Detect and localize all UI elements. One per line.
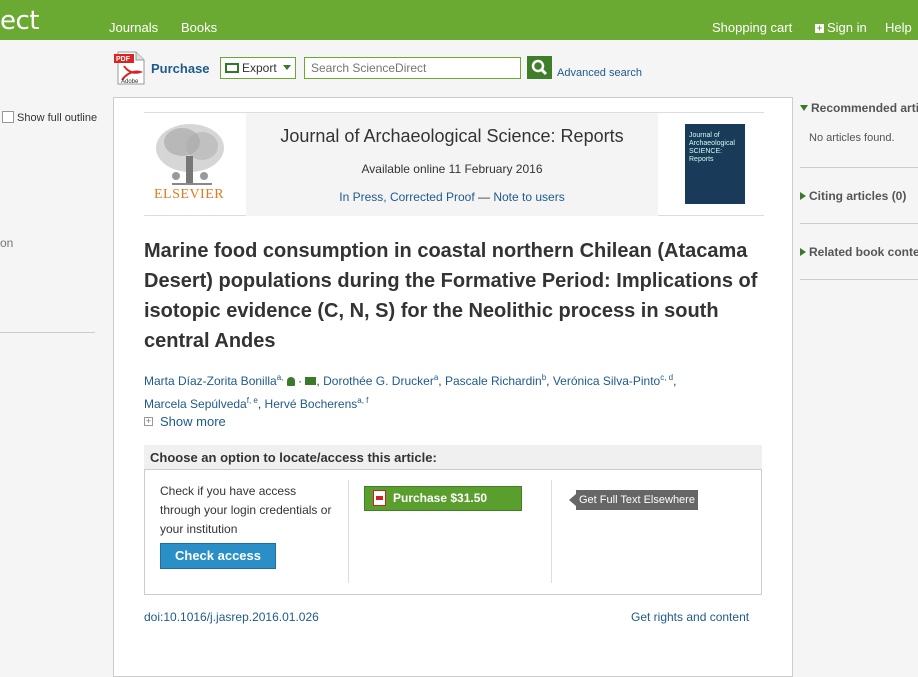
divider <box>800 279 918 280</box>
related-book-content-toggle[interactable]: Related book conte <box>800 245 918 259</box>
cover-title: Journal of Archaeological SCIENCE: Repor… <box>689 132 735 163</box>
search-icon <box>531 59 548 76</box>
export-icon <box>225 63 239 73</box>
show-more-link[interactable]: Show more <box>160 414 226 429</box>
author-list: Marta Díaz-Zorita Bonillaa, · , Dorothée… <box>144 373 677 411</box>
doi-link[interactable]: doi:10.1016/j.jasrep.2016.01.026 <box>144 610 319 624</box>
sign-in-link[interactable]: + Sign in <box>815 20 867 35</box>
triangle-right-icon <box>800 248 806 256</box>
svg-text:Adobe: Adobe <box>121 79 139 85</box>
divider <box>800 167 918 168</box>
author-link[interactable]: Verónica Silva-Pintoc, d <box>553 373 673 388</box>
note-to-users-link[interactable]: Note to users <box>493 190 564 204</box>
export-dropdown[interactable]: Export <box>220 57 296 79</box>
shopping-cart-link[interactable]: Shopping cart <box>712 20 792 35</box>
svg-text:PDF: PDF <box>116 56 131 63</box>
available-online: Available online 11 February 2016 <box>361 162 543 176</box>
triangle-down-icon <box>800 105 808 111</box>
divider <box>551 480 552 583</box>
dash-separator: — <box>478 190 490 204</box>
publisher-name: ELSEVIER <box>154 187 225 202</box>
pdf-icon <box>373 490 386 506</box>
advanced-search-link[interactable]: Advanced search <box>557 67 642 79</box>
rights-link[interactable]: Get rights and content <box>631 610 749 624</box>
access-instructions: Check if you have access through your lo… <box>160 484 332 536</box>
pdf-adobe-icon[interactable]: PDF Adobe <box>114 50 146 86</box>
sign-in-label: Sign in <box>827 20 867 35</box>
journal-title[interactable]: Journal of Archaeological Science: Repor… <box>246 126 658 147</box>
check-access-button[interactable]: Check access <box>160 543 276 569</box>
nav-books[interactable]: Books <box>181 20 217 35</box>
arrow-tip-icon <box>569 494 576 506</box>
purchase-button[interactable]: Purchase $31.50 <box>364 486 522 511</box>
help-link[interactable]: Help <box>885 20 912 35</box>
nav-journals[interactable]: Journals <box>109 20 158 35</box>
mail-icon[interactable] <box>305 377 317 385</box>
citing-articles-toggle[interactable]: Citing articles (0) <box>800 189 906 203</box>
show-outline-checkbox[interactable] <box>2 111 14 123</box>
author-link[interactable]: Hervé Bocherensa, f <box>265 396 369 411</box>
author-link[interactable]: Marcela Sepúlvedaf, e <box>144 396 258 411</box>
divider <box>348 480 349 583</box>
article-title: Marine food consumption in coastal north… <box>144 240 758 352</box>
access-heading: Choose an option to locate/access this a… <box>144 445 762 470</box>
chevron-down-icon <box>282 65 291 70</box>
journal-cover-image[interactable]: Journal of Archaeological SCIENCE: Repor… <box>685 124 745 204</box>
person-icon[interactable] <box>286 377 295 386</box>
no-articles-text: No articles found. <box>809 132 895 144</box>
divider <box>0 332 95 333</box>
plus-icon: + <box>815 23 824 33</box>
export-label: Export <box>242 61 277 75</box>
proof-status-line: In Press, Corrected Proof — Note to user… <box>246 190 658 204</box>
in-press-link[interactable]: In Press, Corrected Proof <box>339 190 474 204</box>
search-input[interactable] <box>304 57 521 79</box>
outline-partial-text: on <box>0 236 14 250</box>
search-button[interactable] <box>527 56 552 79</box>
author-link[interactable]: Pascale Richardinb <box>445 373 546 388</box>
expand-icon[interactable]: + <box>144 417 153 426</box>
show-outline-label: Show full outline <box>17 112 98 124</box>
full-text-elsewhere-button[interactable]: Get Full Text Elsewhere <box>576 490 698 510</box>
divider <box>800 223 918 224</box>
triangle-right-icon <box>800 192 806 200</box>
brand-logo[interactable]: ect <box>0 6 40 36</box>
recommended-articles-toggle[interactable]: Recommended artic <box>800 101 918 115</box>
author-link[interactable]: Marta Díaz-Zorita Bonillaa, <box>144 373 283 388</box>
author-link[interactable]: Dorothée G. Druckera <box>323 373 438 388</box>
purchase-link[interactable]: Purchase <box>151 61 210 76</box>
